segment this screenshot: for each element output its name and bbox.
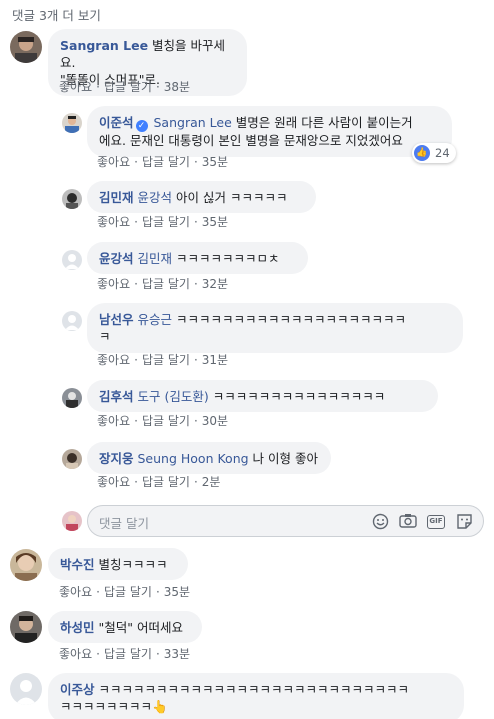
comment-text: 나 이형 좋아 — [252, 451, 318, 466]
avatar[interactable] — [62, 311, 82, 331]
like-link[interactable]: 좋아요 — [97, 155, 130, 169]
comment-text: ㅋ — [99, 329, 111, 344]
verified-badge-icon: ✓ — [135, 120, 148, 132]
sticker-icon[interactable] — [455, 512, 473, 530]
comment-text: 별명은 원래 다른 사람이 붙이는거 — [235, 115, 413, 130]
avatar[interactable] — [10, 549, 42, 581]
avatar[interactable] — [62, 388, 82, 408]
like-link[interactable]: 좋아요 — [59, 585, 92, 599]
comment-author[interactable]: 김후석 — [99, 389, 134, 404]
comment-text: ㅋㅋㅋㅋㅋㅋㅋㅋ👆 — [60, 699, 168, 714]
comment-actions: 좋아요 · 답글 달기 · 2분 — [97, 475, 221, 489]
timestamp[interactable]: 30분 — [202, 414, 228, 428]
reply-link[interactable]: 답글 달기 — [104, 647, 152, 661]
comment-actions: 좋아요 · 답글 달기 · 32분 — [97, 277, 229, 291]
comment-text: 에요. 문재인 대통령이 본인 별명을 문재앙으로 지었겠어요 — [99, 133, 403, 148]
comment-bubble: 김민재 윤강석 아이 싢거 ㅋㅋㅋㅋㅋ — [87, 181, 316, 213]
reply-link[interactable]: 답글 달기 — [142, 155, 190, 169]
like-link[interactable]: 좋아요 — [97, 353, 130, 367]
timestamp[interactable]: 31분 — [202, 353, 228, 367]
comment-text: ㅋㅋㅋㅋㅋㅋㅋㅋㅋㅋㅋㅋㅋㅋㅋㅋㅋㅋㅋㅋ — [176, 312, 407, 327]
avatar[interactable] — [62, 113, 82, 133]
timestamp[interactable]: 35분 — [202, 215, 228, 229]
thumbs-up-icon: 👍 — [414, 145, 430, 161]
reply-link[interactable]: 답글 달기 — [142, 414, 190, 428]
timestamp[interactable]: 2분 — [202, 475, 221, 489]
comment-author[interactable]: 이주상 — [60, 682, 95, 697]
comment-mention[interactable]: Seung Hoon Kong — [138, 451, 249, 466]
reply-link[interactable]: 답글 달기 — [104, 585, 152, 599]
comment-mention[interactable]: 도구 (김도환) — [138, 389, 209, 404]
reply-input[interactable]: 댓글 달기 GIF — [87, 505, 484, 537]
comment-author[interactable]: 윤강석 — [99, 251, 134, 266]
avatar[interactable] — [62, 250, 82, 270]
camera-icon[interactable] — [399, 512, 417, 530]
comment-bubble: 박수진 별칭ㅋㅋㅋㅋ — [48, 548, 188, 580]
comment-mention[interactable]: 윤강석 — [138, 190, 173, 205]
comment-author[interactable]: 하성민 — [60, 620, 95, 635]
reaction-count[interactable]: 👍 24 — [412, 143, 456, 163]
comment-text: ㅋㅋㅋㅋㅋㅋㅋㅋㅋㅋㅋㅋㅋㅋㅋ — [212, 389, 386, 404]
like-link[interactable]: 좋아요 — [97, 215, 130, 229]
comment-mention[interactable]: Sangran Lee — [154, 115, 232, 130]
comment-bubble: 장지웅 Seung Hoon Kong 나 이형 좋아 — [87, 442, 331, 474]
reply-link[interactable]: 답글 달기 — [142, 215, 190, 229]
comment-author[interactable]: 김민재 — [99, 190, 134, 205]
timestamp[interactable]: 33분 — [164, 647, 190, 661]
like-link[interactable]: 좋아요 — [97, 475, 130, 489]
timestamp[interactable]: 32분 — [202, 277, 228, 291]
comment-actions: 좋아요 · 답글 달기 · 35분 — [97, 155, 229, 169]
comment-text: ㅋㅋㅋㅋㅋㅋㅋㅋㅋㅋㅋㅋㅋㅋㅋㅋㅋㅋㅋㅋㅋㅋㅋㅋㅋㅋㅋ — [98, 682, 410, 697]
comment-text: 아이 싢거 ㅋㅋㅋㅋㅋ — [176, 190, 288, 205]
avatar[interactable] — [62, 189, 82, 209]
reply-placeholder: 댓글 달기 — [99, 516, 149, 531]
reply-link[interactable]: 답글 달기 — [142, 277, 190, 291]
reply-link[interactable]: 답글 달기 — [142, 353, 190, 367]
comment-author[interactable]: 장지웅 — [99, 451, 134, 466]
like-count: 24 — [435, 146, 450, 160]
comment-actions: 좋아요 · 답글 달기 · 35분 — [97, 215, 229, 229]
comment-bubble: 윤강석 김민재 ㅋㅋㅋㅋㅋㅋㅋㅁㅊ — [87, 242, 308, 274]
comment-bubble: 이주상 ㅋㅋㅋㅋㅋㅋㅋㅋㅋㅋㅋㅋㅋㅋㅋㅋㅋㅋㅋㅋㅋㅋㅋㅋㅋㅋㅋ ㅋㅋㅋㅋㅋㅋㅋㅋ… — [48, 673, 464, 719]
view-more-replies-link[interactable]: 댓글 3개 더 보기 — [12, 5, 101, 24]
like-link[interactable]: 좋아요 — [59, 647, 92, 661]
comment-text: 별칭ㅋㅋㅋㅋ — [98, 557, 168, 572]
avatar[interactable] — [10, 31, 42, 63]
timestamp[interactable]: 35분 — [164, 585, 190, 599]
comment-actions: 좋아요 · 답글 달기 · 38분 — [59, 80, 191, 94]
like-link[interactable]: 좋아요 — [59, 80, 92, 94]
reply-link[interactable]: 답글 달기 — [104, 80, 152, 94]
comment-text: ㅋㅋㅋㅋㅋㅋㅋㅁㅊ — [176, 251, 280, 266]
avatar[interactable] — [62, 449, 82, 469]
comment-author[interactable]: Sangran Lee — [60, 38, 148, 53]
comment-bubble: 남선우 유승근 ㅋㅋㅋㅋㅋㅋㅋㅋㅋㅋㅋㅋㅋㅋㅋㅋㅋㅋㅋㅋ ㅋ — [87, 303, 463, 353]
avatar[interactable] — [10, 611, 42, 643]
like-link[interactable]: 좋아요 — [97, 277, 130, 291]
like-link[interactable]: 좋아요 — [97, 414, 130, 428]
timestamp[interactable]: 38분 — [164, 80, 190, 94]
comment-text: "철덕" 어떠세요 — [98, 620, 183, 635]
avatar[interactable] — [10, 673, 42, 705]
comment-author[interactable]: 남선우 — [99, 312, 134, 327]
comment-actions: 좋아요 · 답글 달기 · 35분 — [59, 585, 191, 599]
comment-actions: 좋아요 · 답글 달기 · 31분 — [97, 353, 229, 367]
comment-actions: 좋아요 · 답글 달기 · 33분 — [59, 647, 191, 661]
gif-icon[interactable]: GIF — [427, 512, 445, 530]
comment-bubble: 김후석 도구 (김도환) ㅋㅋㅋㅋㅋㅋㅋㅋㅋㅋㅋㅋㅋㅋㅋ — [87, 380, 438, 412]
reply-tools: GIF — [371, 512, 473, 530]
comment-actions: 좋아요 · 답글 달기 · 30분 — [97, 414, 229, 428]
comment-author[interactable]: 이준석 — [99, 115, 134, 130]
current-user-avatar — [62, 511, 82, 531]
comment-mention[interactable]: 유승근 — [138, 312, 173, 327]
comment-bubble: 하성민 "철덕" 어떠세요 — [48, 611, 202, 643]
smiley-icon[interactable] — [371, 512, 389, 530]
reply-link[interactable]: 답글 달기 — [142, 475, 190, 489]
timestamp[interactable]: 35분 — [202, 155, 228, 169]
comment-mention[interactable]: 김민재 — [138, 251, 173, 266]
comment-author[interactable]: 박수진 — [60, 557, 95, 572]
comment-bubble: 이준석 ✓ Sangran Lee 별명은 원래 다른 사람이 붙이는거 에요. … — [87, 106, 452, 157]
